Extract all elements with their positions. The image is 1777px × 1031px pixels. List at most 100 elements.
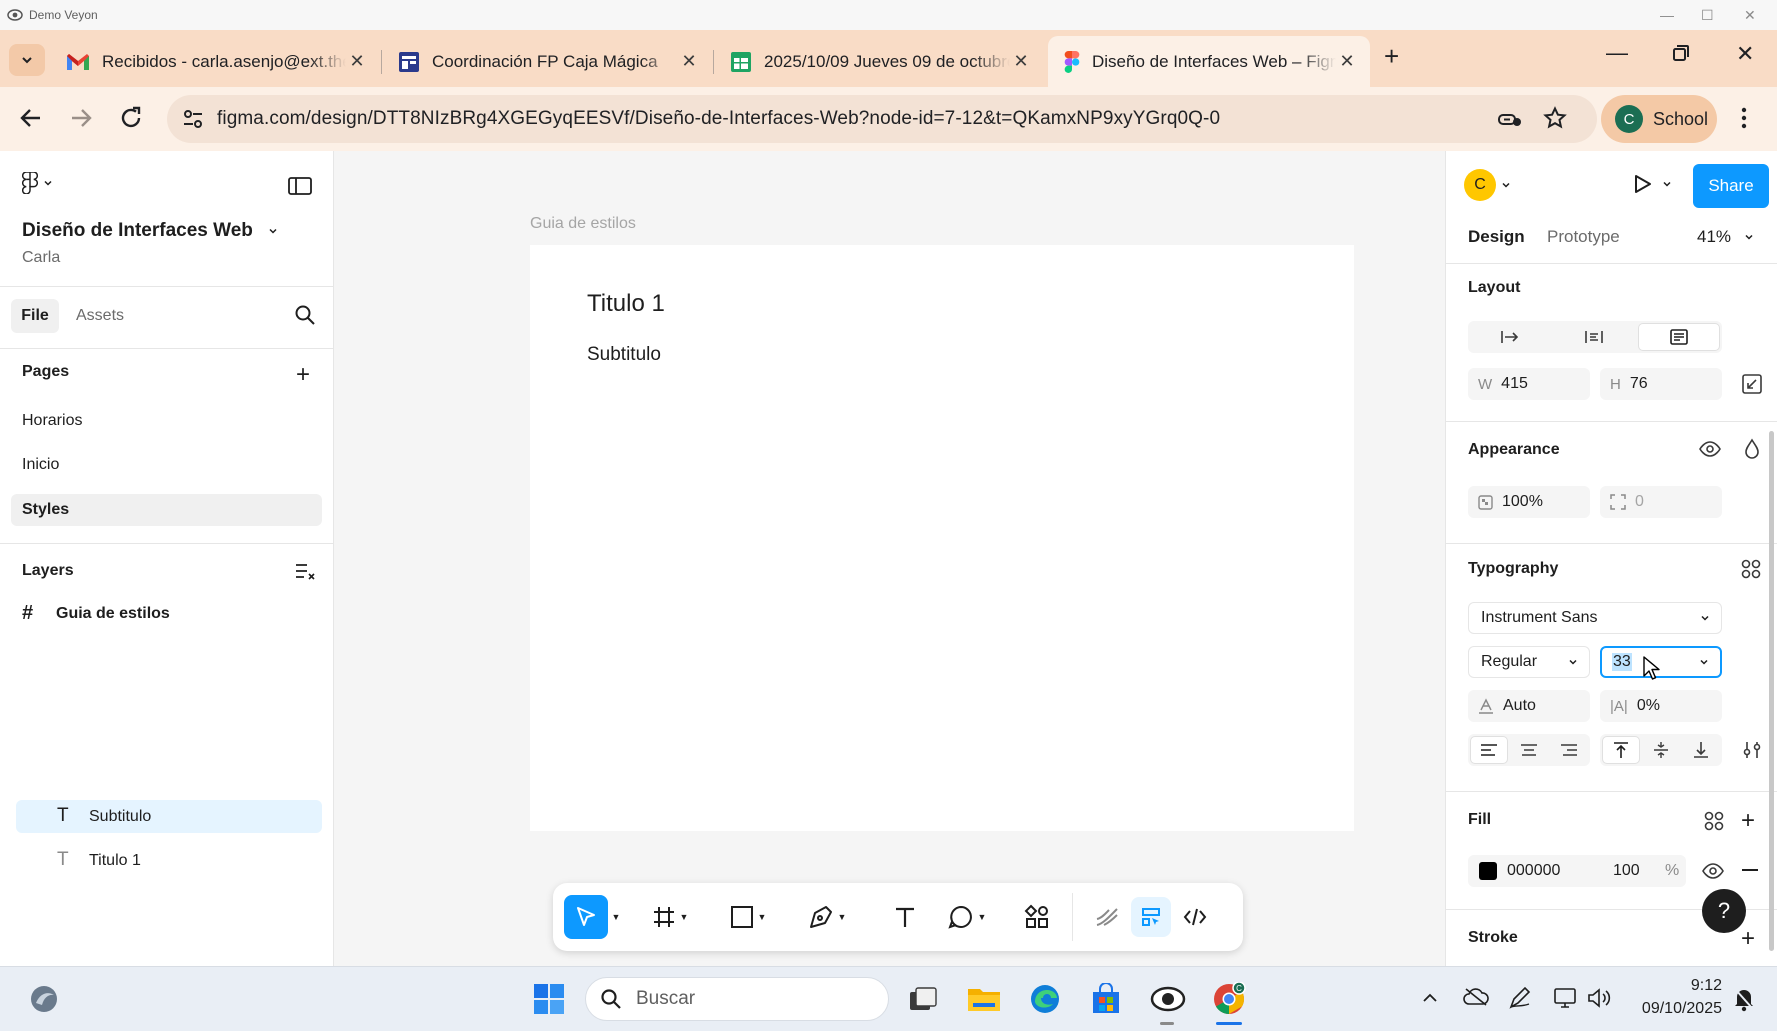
tab-design[interactable]: Design xyxy=(1468,227,1525,247)
multiplayer-avatar[interactable]: C xyxy=(1464,169,1512,201)
browser-minimize-icon[interactable]: — xyxy=(1606,40,1628,66)
align-middle-option[interactable] xyxy=(1642,736,1680,764)
resize-to-fit-icon[interactable] xyxy=(1742,374,1762,394)
comment-tool[interactable]: ▼ xyxy=(941,897,993,937)
tab-forms[interactable]: Coordinación FP Caja Mágica ✕ xyxy=(382,36,712,87)
taskbar-time[interactable]: 9:12 xyxy=(1626,977,1722,995)
blend-mode-drop-icon[interactable] xyxy=(1743,438,1761,460)
tab-close-icon[interactable]: ✕ xyxy=(346,51,368,72)
layer-item-titulo-1[interactable]: T Titulo 1 xyxy=(16,844,322,877)
browser-menu-icon[interactable] xyxy=(1740,105,1748,131)
visibility-eye-icon[interactable] xyxy=(1699,440,1721,458)
draw-mode-toggle[interactable] xyxy=(1087,897,1127,937)
tab-figma[interactable]: Diseño de Interfaces Web – Figma ✕ xyxy=(1048,36,1370,87)
height-field[interactable]: H 76 xyxy=(1600,368,1722,400)
move-tool[interactable]: ▼ xyxy=(561,895,623,939)
password-key-icon[interactable] xyxy=(1497,108,1523,130)
page-item-inicio[interactable]: Inicio xyxy=(22,456,59,474)
design-canvas[interactable]: Guia de estilos Titulo 1 Subtitulo ▼ ▼ ▼… xyxy=(335,151,1445,966)
collapse-layers-icon[interactable] xyxy=(294,562,316,580)
fixed-width-option[interactable] xyxy=(1468,321,1552,353)
task-view-icon[interactable] xyxy=(903,979,943,1019)
text-tool[interactable] xyxy=(887,897,923,937)
present-button[interactable] xyxy=(1631,173,1673,195)
align-top-option[interactable] xyxy=(1602,736,1640,764)
letter-spacing-field[interactable]: |A| 0% xyxy=(1600,690,1722,722)
search-icon[interactable] xyxy=(294,304,316,326)
add-fill-button[interactable]: + xyxy=(1741,807,1755,835)
type-settings-icon[interactable] xyxy=(1742,740,1762,760)
width-field[interactable]: W 415 xyxy=(1468,368,1590,400)
tab-search-button[interactable] xyxy=(9,44,45,76)
align-right-option[interactable] xyxy=(1550,736,1588,764)
fill-swatch[interactable] xyxy=(1479,862,1497,880)
align-left-option[interactable] xyxy=(1470,736,1508,764)
shape-tool[interactable]: ▼ xyxy=(723,897,773,937)
add-stroke-button[interactable]: + xyxy=(1741,925,1755,953)
start-windows-icon[interactable] xyxy=(529,979,569,1019)
minimize-icon[interactable]: — xyxy=(1660,7,1674,23)
taskbar-search-box[interactable]: Buscar xyxy=(585,977,889,1021)
reload-icon[interactable] xyxy=(118,105,144,131)
auto-height-option[interactable] xyxy=(1638,323,1720,351)
page-item-horarios[interactable]: Horarios xyxy=(22,412,82,430)
forward-icon[interactable] xyxy=(68,105,94,131)
edge-icon[interactable] xyxy=(1025,979,1065,1019)
help-button[interactable]: ? xyxy=(1702,889,1746,933)
notifications-bell-icon[interactable] xyxy=(1732,986,1756,1012)
remove-fill-button[interactable] xyxy=(1742,869,1758,871)
tab-close-icon[interactable]: ✕ xyxy=(1010,51,1032,72)
profile-chip[interactable]: C School xyxy=(1601,95,1717,143)
widgets-icon[interactable] xyxy=(24,979,64,1019)
add-page-button[interactable]: + xyxy=(296,361,310,389)
design-mode-toggle[interactable] xyxy=(1131,897,1171,937)
microsoft-store-icon[interactable] xyxy=(1086,979,1126,1019)
page-item-styles[interactable]: Styles xyxy=(11,494,322,526)
onedrive-icon[interactable] xyxy=(1463,986,1489,1008)
network-icon[interactable] xyxy=(1552,986,1578,1010)
dev-mode-toggle[interactable] xyxy=(1175,897,1215,937)
actions-tool[interactable] xyxy=(1019,897,1055,937)
tab-close-icon[interactable]: ✕ xyxy=(678,51,700,72)
pen-tool[interactable]: ▼ xyxy=(801,897,853,937)
fill-styles-icon[interactable] xyxy=(1703,810,1725,832)
align-bottom-option[interactable] xyxy=(1682,736,1720,764)
font-family-dropdown[interactable]: Instrument Sans xyxy=(1468,602,1722,634)
site-settings-icon[interactable] xyxy=(182,108,204,130)
new-tab-button[interactable]: + xyxy=(1384,41,1399,72)
file-name-button[interactable]: Diseño de Interfaces Web xyxy=(22,220,279,242)
corner-radius-field[interactable]: 0 xyxy=(1600,486,1722,518)
chrome-icon[interactable]: C xyxy=(1209,979,1249,1019)
text-styles-icon[interactable] xyxy=(1740,558,1762,580)
panel-scrollbar[interactable] xyxy=(1769,431,1774,951)
share-button[interactable]: Share xyxy=(1693,164,1769,208)
tab-gmail[interactable]: Recibidos - carla.asenjo@ext.thepowermba… xyxy=(50,36,380,87)
browser-restore-icon[interactable] xyxy=(1672,44,1690,62)
layer-frame-guia[interactable]: # Guia de estilos xyxy=(22,602,170,625)
file-explorer-icon[interactable] xyxy=(964,979,1004,1019)
frame-tool[interactable]: ▼ xyxy=(645,897,695,937)
zoom-dropdown[interactable]: 41% xyxy=(1697,227,1755,247)
hug-option[interactable] xyxy=(1552,321,1636,353)
tab-sheets[interactable]: 2025/10/09 Jueves 09 de octubre ✕ xyxy=(714,36,1044,87)
address-bar[interactable]: figma.com/design/DTT8NIzBRg4XGEGyqEESVf/… xyxy=(167,95,1597,143)
tab-prototype[interactable]: Prototype xyxy=(1547,227,1620,247)
fill-visibility-eye-icon[interactable] xyxy=(1702,862,1724,880)
back-icon[interactable] xyxy=(18,105,44,131)
font-weight-dropdown[interactable]: Regular xyxy=(1468,646,1590,678)
layer-item-subtitulo[interactable]: T Subtitulo xyxy=(16,800,322,833)
fill-color-field[interactable]: 000000 100 % xyxy=(1468,855,1686,887)
frame-guia-de-estilos[interactable]: Titulo 1 Subtitulo xyxy=(530,245,1354,831)
tab-file[interactable]: File xyxy=(11,299,59,333)
line-height-field[interactable]: Auto xyxy=(1468,690,1590,722)
maximize-icon[interactable]: ☐ xyxy=(1701,7,1714,24)
canvas-subtitulo[interactable]: Subtitulo xyxy=(587,344,661,366)
bookmark-star-icon[interactable] xyxy=(1543,106,1567,130)
veyon-taskbar-icon[interactable] xyxy=(1148,979,1188,1019)
volume-icon[interactable] xyxy=(1586,986,1612,1010)
close-icon[interactable]: ✕ xyxy=(1744,7,1756,24)
toggle-sidebar-icon[interactable] xyxy=(288,176,312,196)
align-center-option[interactable] xyxy=(1510,736,1548,764)
show-hidden-icons[interactable] xyxy=(1421,989,1439,1007)
pen-menu-icon[interactable] xyxy=(1508,986,1532,1010)
